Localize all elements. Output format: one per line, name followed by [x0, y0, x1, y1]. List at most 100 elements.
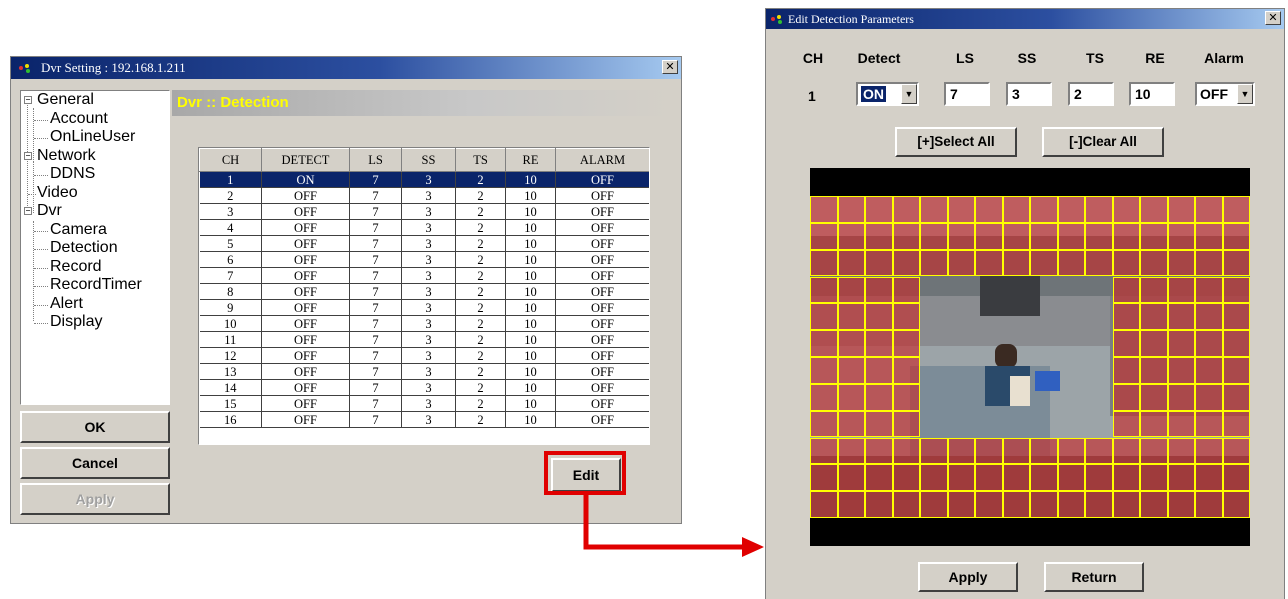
- motion-cell[interactable]: [1085, 357, 1113, 384]
- motion-cell[interactable]: [810, 303, 838, 331]
- motion-cell[interactable]: [1112, 303, 1140, 331]
- motion-cell[interactable]: [1085, 411, 1113, 438]
- motion-cell[interactable]: [947, 437, 975, 465]
- motion-cell[interactable]: [1112, 357, 1140, 384]
- motion-cell[interactable]: [865, 196, 893, 223]
- motion-cell[interactable]: [1195, 196, 1223, 223]
- motion-cell[interactable]: [948, 330, 976, 357]
- motion-cell[interactable]: [837, 196, 865, 223]
- motion-cell[interactable]: [1222, 222, 1250, 250]
- motion-cell[interactable]: [1140, 410, 1168, 438]
- motion-cell[interactable]: [1112, 330, 1140, 357]
- motion-cell[interactable]: [920, 330, 948, 357]
- motion-cell[interactable]: [1002, 222, 1030, 250]
- motion-cell[interactable]: [975, 222, 1003, 250]
- motion-cell[interactable]: [1195, 303, 1223, 331]
- motion-cell[interactable]: [1003, 384, 1031, 411]
- return-button[interactable]: Return: [1044, 562, 1144, 592]
- motion-cell[interactable]: [1002, 491, 1030, 518]
- motion-cell[interactable]: [892, 330, 920, 357]
- motion-cell[interactable]: [1003, 277, 1031, 304]
- motion-cell[interactable]: [1140, 491, 1168, 518]
- motion-cell[interactable]: [1058, 357, 1086, 384]
- motion-cell[interactable]: [892, 303, 920, 331]
- motion-cell[interactable]: [975, 249, 1003, 277]
- motion-cell[interactable]: [1222, 464, 1250, 492]
- motion-cell[interactable]: [1167, 196, 1195, 223]
- clear-all-button[interactable]: [-]Clear All: [1042, 127, 1164, 157]
- motion-cell[interactable]: [1085, 330, 1113, 357]
- motion-cell[interactable]: [1003, 357, 1031, 384]
- motion-cell[interactable]: [865, 276, 893, 304]
- motion-cell[interactable]: [1167, 330, 1195, 357]
- alarm-select[interactable]: OFF ▼: [1195, 82, 1255, 106]
- motion-cell[interactable]: [865, 249, 893, 277]
- motion-cell[interactable]: [975, 357, 1003, 384]
- motion-cell[interactable]: [1140, 222, 1168, 250]
- motion-cell[interactable]: [1003, 330, 1031, 357]
- motion-cell[interactable]: [1167, 383, 1195, 411]
- motion-cell[interactable]: [920, 222, 948, 250]
- motion-cell[interactable]: [975, 330, 1003, 357]
- motion-cell[interactable]: [1112, 491, 1140, 518]
- motion-cell[interactable]: [1167, 437, 1195, 465]
- motion-cell[interactable]: [810, 249, 838, 277]
- motion-cell[interactable]: [975, 384, 1003, 411]
- motion-cell[interactable]: [1057, 249, 1085, 277]
- motion-cell[interactable]: [1195, 464, 1223, 492]
- motion-cell[interactable]: [920, 196, 948, 223]
- motion-cell[interactable]: [837, 249, 865, 277]
- motion-cell[interactable]: [1085, 437, 1113, 465]
- motion-cell[interactable]: [920, 249, 948, 277]
- motion-cell[interactable]: [1222, 249, 1250, 277]
- motion-cell[interactable]: [1002, 437, 1030, 465]
- motion-cell[interactable]: [1195, 383, 1223, 411]
- motion-cell[interactable]: [948, 411, 976, 438]
- motion-cell[interactable]: [920, 303, 948, 330]
- motion-cell[interactable]: [865, 464, 893, 492]
- motion-cell[interactable]: [1030, 222, 1058, 250]
- motion-cell[interactable]: [1057, 222, 1085, 250]
- motion-cell[interactable]: [837, 222, 865, 250]
- motion-cell[interactable]: [1112, 410, 1140, 438]
- motion-cell[interactable]: [1195, 222, 1223, 250]
- motion-cell[interactable]: [948, 303, 976, 330]
- motion-cell[interactable]: [837, 303, 865, 331]
- motion-cell[interactable]: [837, 383, 865, 411]
- motion-cell[interactable]: [1222, 491, 1250, 518]
- motion-cell[interactable]: [1140, 437, 1168, 465]
- motion-cell[interactable]: [1140, 303, 1168, 331]
- motion-cell[interactable]: [865, 410, 893, 438]
- motion-cell[interactable]: [892, 276, 920, 304]
- motion-cell[interactable]: [837, 491, 865, 518]
- motion-cell[interactable]: [810, 437, 838, 465]
- motion-cell[interactable]: [920, 277, 948, 304]
- motion-cell[interactable]: [1222, 437, 1250, 465]
- motion-cell[interactable]: [1057, 437, 1085, 465]
- motion-cell[interactable]: [892, 383, 920, 411]
- motion-cell[interactable]: [1058, 303, 1086, 330]
- motion-cell[interactable]: [1195, 491, 1223, 518]
- motion-cell[interactable]: [810, 410, 838, 438]
- motion-cell[interactable]: [1030, 277, 1058, 304]
- motion-cell[interactable]: [1195, 249, 1223, 277]
- motion-cell[interactable]: [1112, 437, 1140, 465]
- motion-cell[interactable]: [1002, 249, 1030, 277]
- motion-cell[interactable]: [1140, 196, 1168, 223]
- motion-cell[interactable]: [1002, 196, 1030, 223]
- select-all-button[interactable]: [+]Select All: [895, 127, 1017, 157]
- motion-cell[interactable]: [1167, 464, 1195, 492]
- motion-cell[interactable]: [1085, 222, 1113, 250]
- motion-cell[interactable]: [1030, 249, 1058, 277]
- close-icon[interactable]: ✕: [1265, 11, 1281, 25]
- motion-cell[interactable]: [1085, 196, 1113, 223]
- motion-cell[interactable]: [1112, 249, 1140, 277]
- motion-cell[interactable]: [1030, 330, 1058, 357]
- motion-cell[interactable]: [1030, 303, 1058, 330]
- motion-cell[interactable]: [810, 222, 838, 250]
- motion-cell[interactable]: [1058, 411, 1086, 438]
- motion-cell[interactable]: [810, 383, 838, 411]
- edit-detection-titlebar[interactable]: Edit Detection Parameters: [766, 9, 1284, 29]
- motion-cell[interactable]: [1058, 277, 1086, 304]
- motion-cell[interactable]: [1058, 330, 1086, 357]
